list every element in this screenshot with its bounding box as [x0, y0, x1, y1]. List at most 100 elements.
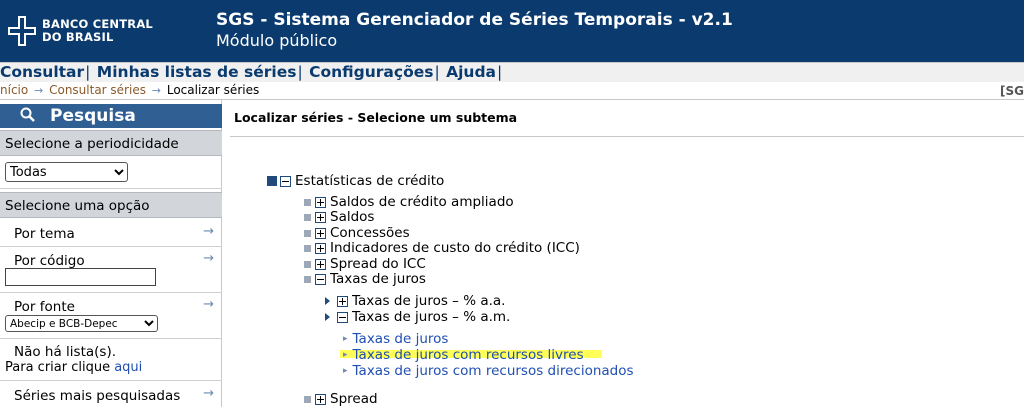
tree-node[interactable]: Saldos — [304, 209, 374, 225]
expand-icon[interactable] — [315, 258, 326, 270]
create-list-text: Para criar clique — [5, 360, 111, 375]
collapse-icon[interactable] — [337, 311, 348, 323]
source-select[interactable]: Abecip e BCB-Depec — [5, 315, 158, 332]
arrow-right-icon[interactable]: → — [203, 251, 214, 266]
menu-ajuda[interactable]: Ajuda — [446, 63, 496, 81]
main-menu: Consultar| Minhas listas de séries| Conf… — [0, 62, 1024, 82]
tree-subnode[interactable]: Taxas de juros – % a.a. — [325, 293, 505, 309]
most-searched-label: Séries mais pesquisadas — [14, 388, 181, 404]
menu-separator: | — [85, 63, 91, 81]
tree-node[interactable]: Saldos de crédito ampliado — [304, 194, 514, 210]
periodicity-select[interactable]: Todas — [5, 162, 128, 182]
tree-bullet-icon — [304, 260, 311, 268]
by-source-label: Por fonte — [14, 299, 75, 315]
tree-node-label: Spread — [330, 391, 378, 407]
breadcrumb-right-text: [SG — [1000, 84, 1024, 98]
menu-configuracoes[interactable]: Configurações — [309, 63, 433, 81]
expand-icon[interactable] — [337, 295, 348, 307]
tree-node[interactable]: Indicadores de custo do crédito (ICC) — [304, 240, 580, 256]
series-link[interactable]: ▸ Taxas de juros com recursos livres — [343, 347, 584, 363]
search-sidebar: Pesquisa Selecione a periodicidade Todas… — [0, 100, 222, 407]
tree-node[interactable]: Taxas de juros — [304, 271, 426, 287]
tree-root-label: Estatísticas de crédito — [295, 173, 445, 189]
option-header: Selecione uma opção — [0, 192, 222, 218]
breadcrumb-consultar-series[interactable]: Consultar séries — [49, 83, 146, 97]
small-triangle-icon: ▸ — [343, 366, 348, 376]
small-triangle-icon: ▸ — [343, 350, 348, 360]
breadcrumb-arrow-icon: → — [34, 84, 44, 97]
tree-bullet-icon — [304, 229, 311, 237]
tree-node-label: Indicadores de custo do crédito (ICC) — [330, 240, 580, 256]
small-triangle-icon: ▸ — [343, 334, 348, 344]
create-list-row: Para criar clique aqui — [5, 360, 142, 375]
bcb-logo[interactable]: BANCO CENTRAL DO BRASIL — [8, 16, 153, 46]
menu-minhas-listas[interactable]: Minhas listas de séries — [97, 63, 297, 81]
series-link[interactable]: ▸ Taxas de juros com recursos direcionad… — [343, 363, 634, 379]
expand-icon[interactable] — [315, 196, 326, 208]
tree-bullet-icon — [304, 275, 311, 283]
series-link[interactable]: ▸ Taxas de juros — [343, 331, 448, 347]
arrow-right-icon[interactable]: → — [203, 386, 214, 401]
breadcrumb: nício → Consultar séries → Localizar sér… — [0, 82, 1024, 100]
tree-node-label: Concessões — [330, 225, 410, 241]
tree-subnode-label: Taxas de juros – % a.a. — [352, 293, 506, 309]
expand-icon[interactable] — [315, 242, 326, 254]
tree-bullet-icon — [304, 395, 311, 403]
tree-root[interactable]: Estatísticas de crédito — [267, 173, 444, 189]
content-title: Localizar séries - Selecione um subtema — [234, 110, 518, 125]
tree-bullet-icon — [304, 213, 311, 221]
series-link-label: Taxas de juros com recursos livres — [352, 347, 584, 363]
arrow-right-icon[interactable]: → — [203, 224, 214, 239]
tree-node-label: Saldos de crédito ampliado — [330, 194, 514, 210]
tree-node[interactable]: Spread — [304, 391, 378, 407]
option-by-source: Por fonte → Abecip e BCB-Depec — [0, 293, 222, 339]
app-title: SGS - Sistema Gerenciador de Séries Temp… — [216, 10, 733, 30]
tree-subnode-label: Taxas de juros – % a.m. — [352, 309, 511, 325]
triangle-right-icon — [325, 297, 330, 305]
no-list-text: Não há lista(s). — [14, 344, 117, 360]
by-theme-label: Por tema — [14, 226, 75, 242]
tree-bullet-icon — [267, 176, 277, 186]
collapse-icon[interactable] — [315, 273, 326, 285]
menu-separator: | — [297, 63, 303, 81]
create-list-link[interactable]: aqui — [114, 360, 142, 375]
arrow-right-icon[interactable]: → — [203, 297, 214, 312]
tree-node[interactable]: Concessões — [304, 225, 410, 241]
breadcrumb-inicio[interactable]: nício — [0, 83, 28, 97]
tree-bullet-icon — [304, 244, 311, 252]
periodicity-row: Todas — [0, 157, 222, 189]
expand-icon[interactable] — [315, 227, 326, 239]
series-link-label: Taxas de juros com recursos direcionados — [352, 363, 634, 379]
series-link-label: Taxas de juros — [352, 331, 449, 347]
collapse-icon[interactable] — [280, 175, 291, 187]
tree-node[interactable]: Spread do ICC — [304, 256, 426, 272]
expand-icon[interactable] — [315, 393, 326, 405]
option-by-theme[interactable]: Por tema → — [0, 219, 222, 247]
app-subtitle: Módulo público — [216, 31, 338, 50]
tree-node-label: Spread do ICC — [330, 256, 426, 272]
periodicity-header: Selecione a periodicidade — [0, 130, 222, 156]
menu-separator: | — [497, 63, 503, 81]
lists-info: Não há lista(s). Para criar clique aqui — [0, 339, 222, 381]
option-most-searched[interactable]: Séries mais pesquisadas → — [0, 381, 222, 407]
search-icon — [20, 107, 36, 128]
tree-node-label: Saldos — [330, 209, 375, 225]
expand-icon[interactable] — [315, 211, 326, 223]
bcb-logo-icon — [8, 16, 36, 46]
by-code-label: Por código — [14, 253, 85, 269]
app-header: BANCO CENTRAL DO BRASIL SGS - Sistema Ge… — [0, 0, 1024, 62]
triangle-right-icon — [325, 313, 330, 321]
breadcrumb-arrow-icon: → — [151, 84, 162, 97]
content-divider — [230, 136, 1024, 137]
option-by-code: Por código → — [0, 247, 222, 293]
breadcrumb-current: Localizar séries — [166, 83, 260, 97]
logo-line-2: DO BRASIL — [42, 30, 114, 44]
tree-subnode[interactable]: Taxas de juros – % a.m. — [325, 309, 510, 325]
menu-consultar[interactable]: Consultar — [0, 63, 84, 81]
menu-separator: | — [434, 63, 440, 81]
tree-bullet-icon — [304, 198, 311, 206]
code-input[interactable] — [5, 268, 156, 286]
tree-node-label: Taxas de juros — [330, 271, 426, 287]
search-panel-title: Pesquisa — [50, 106, 136, 126]
search-panel-header: Pesquisa — [0, 104, 222, 128]
